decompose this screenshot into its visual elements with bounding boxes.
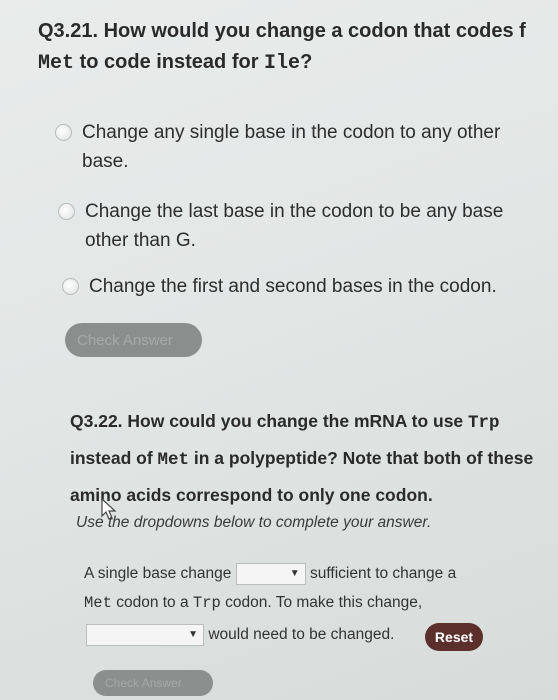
reset-button[interactable]: Reset xyxy=(425,623,483,651)
option-1-line-2: base. xyxy=(82,151,129,173)
question-3-22-title: Q3.22. How could you change the mRNA to … xyxy=(70,404,550,513)
sentence-text: codon to a xyxy=(111,594,193,611)
answer-option-2-label: Change the last base in the codon to be … xyxy=(85,197,503,256)
answer-sentence-line-3: ▼ would need to be changed. xyxy=(86,624,394,646)
answer-sentence-line-1: A single base change ▼ sufficient to cha… xyxy=(84,563,456,585)
check-answer-button[interactable]: Check Answer xyxy=(65,323,202,357)
triangle-down-icon: ▼ xyxy=(188,629,198,640)
answer-option-1[interactable]: Change any single base in the codon to a… xyxy=(55,118,545,177)
q1-title-code-ile: Ile xyxy=(264,52,301,75)
q1-title-text: Q3.21. How would you change a codon that… xyxy=(38,20,526,42)
option-2-line-1: Change the last base in the codon to be … xyxy=(85,201,504,222)
q1-title-mid: to code instead for xyxy=(74,51,265,73)
check-answer-button-2[interactable]: Check Answer xyxy=(93,670,213,696)
triangle-down-icon: ▼ xyxy=(289,568,300,579)
answer-option-3[interactable]: Change the first and second bases in the… xyxy=(62,272,542,301)
sentence-text: codon. To make this change, xyxy=(220,594,423,611)
answer-option-1-label: Change any single base in the codon to a… xyxy=(82,118,500,177)
sentence-code-trp: Trp xyxy=(192,594,221,612)
sentence-text: sufficient to change a xyxy=(310,565,457,583)
sufficiency-dropdown[interactable]: ▼ xyxy=(235,563,306,585)
dropdown-instructions: Use the dropdowns below to complete your… xyxy=(76,514,432,531)
quiz-page: Q3.21. How would you change a codon that… xyxy=(0,0,558,700)
answer-sentence-line-2: Met codon to a Trp codon. To make this c… xyxy=(84,594,422,612)
answer-option-3-label: Change the first and second bases in the… xyxy=(89,276,497,297)
option-1-line-1: Change any single base in the codon to a… xyxy=(82,122,501,143)
q1-title-code-met: Met xyxy=(38,52,75,75)
radio-button-icon[interactable] xyxy=(55,124,72,141)
answer-option-2[interactable]: Change the last base in the codon to be … xyxy=(58,197,548,256)
question-3-21-title: Q3.21. How would you change a codon that… xyxy=(38,16,558,79)
radio-button-icon[interactable] xyxy=(58,203,75,220)
q2-title-part-a: Q3.22. How could you change the mRNA to … xyxy=(70,411,469,431)
radio-button-icon[interactable] xyxy=(62,278,79,295)
q2-title-code-trp: Trp xyxy=(468,413,500,433)
bases-dropdown[interactable]: ▼ xyxy=(86,624,204,646)
q1-title-end: ? xyxy=(300,51,313,73)
q2-title-code-met: Met xyxy=(157,450,190,470)
q2-title-part-b: instead of xyxy=(70,448,158,468)
sentence-code-met: Met xyxy=(84,594,112,612)
sentence-text: would need to be changed. xyxy=(208,626,395,644)
sentence-text: A single base change xyxy=(84,565,232,583)
option-2-line-2: other than G. xyxy=(85,230,196,252)
